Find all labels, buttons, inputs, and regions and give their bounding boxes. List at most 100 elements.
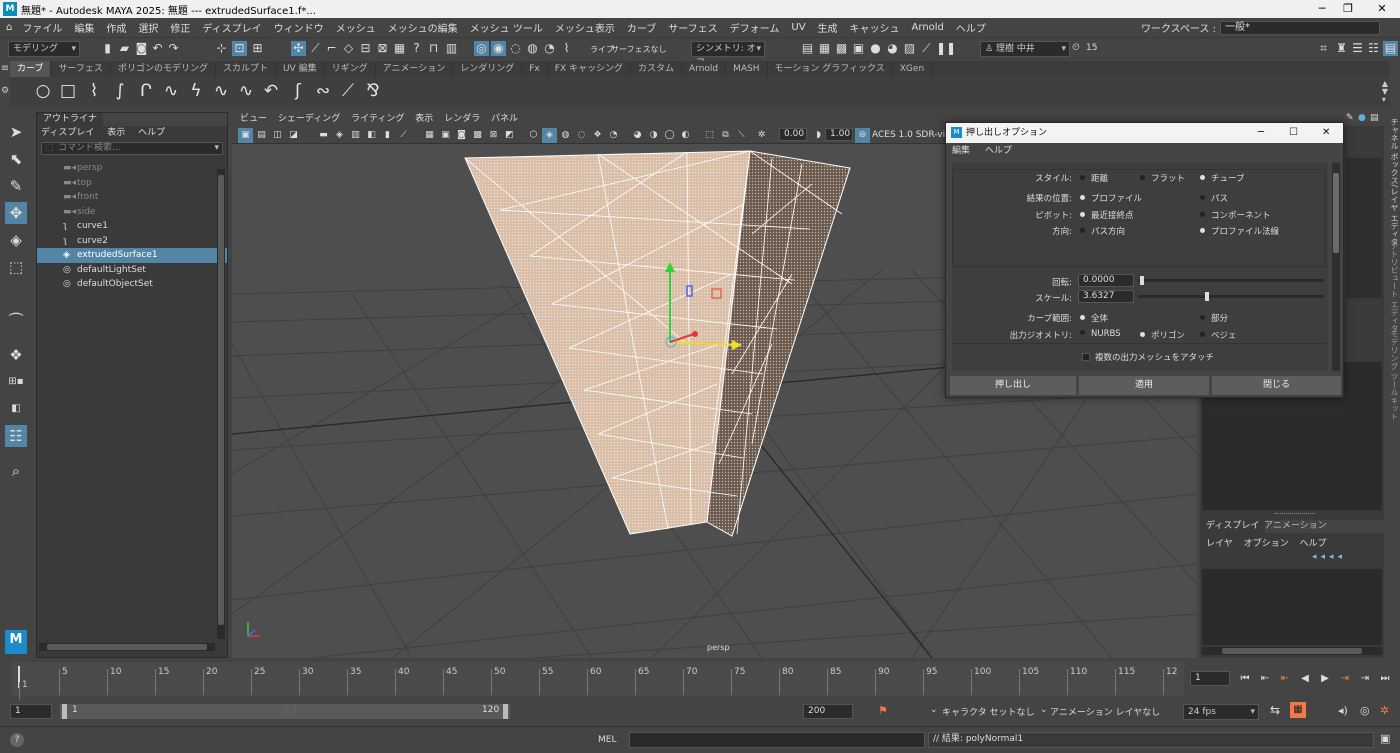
output-nurbs-radio[interactable]: NURBS: [1080, 329, 1121, 339]
fillet-curve-icon[interactable]: ⅋: [362, 80, 384, 102]
pin-icon[interactable]: ⌇: [559, 41, 574, 56]
sound-icon[interactable]: ◂): [1338, 704, 1348, 717]
go-to-start-icon[interactable]: ⏮: [1238, 672, 1252, 686]
side-tab-channel-box[interactable]: チャネル ボックス/レイヤ エディタ: [1386, 118, 1400, 246]
snap-grid-icon[interactable]: ✣: [291, 41, 306, 56]
move-tool-icon[interactable]: ✥: [5, 202, 27, 224]
outliner-horizontal-scrollbar[interactable]: [39, 643, 215, 651]
rebuild-curve-icon[interactable]: ʃ: [287, 80, 309, 102]
dialog-menu-help[interactable]: ヘルプ: [985, 146, 1012, 156]
time-slider[interactable]: 1 5 10 15 20 25 30 35 40 45 50 55 60 65 …: [12, 662, 1184, 708]
image-plane-icon[interactable]: ◪: [286, 128, 301, 143]
side-tab-attribute-editor[interactable]: アトリビュート エディタ: [1386, 242, 1400, 333]
safe-action-icon[interactable]: ⟋: [396, 128, 411, 143]
menu-uv[interactable]: UV: [785, 22, 811, 33]
bookmark-icon[interactable]: ◫: [270, 128, 285, 143]
script-editor-icon[interactable]: ▣: [1380, 732, 1390, 745]
viewport-menu-show[interactable]: 表示: [415, 114, 433, 124]
outliner-item-persp[interactable]: ▬◂ persp: [37, 161, 227, 176]
menu-curves[interactable]: カーブ: [621, 20, 662, 35]
layer-menu-options[interactable]: オプション: [1244, 539, 1289, 549]
snap-pivot-icon[interactable]: ?: [409, 41, 424, 56]
user-account-dropdown[interactable]: ♙ 理樹 中井: [980, 41, 1070, 57]
scale-slider[interactable]: [1138, 295, 1324, 298]
menu-modify[interactable]: 修正: [164, 20, 196, 35]
anim-layer-label[interactable]: アニメーション レイヤなし: [1050, 705, 1160, 718]
close-window-button[interactable]: ✕: [1364, 0, 1400, 18]
output-polygon-radio[interactable]: ポリゴン: [1140, 329, 1185, 341]
result-profile-radio[interactable]: プロファイル: [1080, 192, 1142, 204]
menu-surfaces[interactable]: サーフェス: [662, 20, 723, 35]
colorspace-label[interactable]: ACES 1.0 SDR-vid: [872, 130, 951, 140]
chevron-down-icon[interactable]: ⌄: [930, 705, 938, 715]
select-tool-icon[interactable]: ➤: [5, 121, 27, 143]
attribute-editor-icon[interactable]: ☰: [1350, 41, 1365, 56]
cut-curve-icon[interactable]: ⟋: [337, 80, 359, 102]
dialog-maximize-button[interactable]: ☐: [1289, 123, 1298, 143]
xray-icon[interactable]: ◔: [542, 41, 557, 56]
new-scene-icon[interactable]: ▮: [100, 41, 115, 56]
extrude-tool-icon[interactable]: ⏜: [5, 310, 27, 332]
tool-settings-icon[interactable]: ☷: [1366, 41, 1381, 56]
pause-icon[interactable]: ❚❚: [936, 41, 956, 56]
snap-point-icon[interactable]: ⌐: [324, 41, 339, 56]
dialog-scrollbar[interactable]: [1332, 163, 1340, 371]
viewport-menu-view[interactable]: ビュー: [240, 114, 267, 124]
menu-help[interactable]: ヘルプ: [950, 20, 992, 35]
play-backwards-icon[interactable]: ◀: [1298, 672, 1312, 686]
pencil-curve-icon[interactable]: ∫: [109, 80, 131, 102]
menu-edit[interactable]: 編集: [68, 20, 100, 35]
xray-components-icon[interactable]: ◌: [574, 128, 589, 143]
chevron-down-icon[interactable]: ▾: [214, 143, 219, 154]
chevron-down-icon[interactable]: ⌄: [1040, 705, 1048, 715]
shadows-icon[interactable]: ◩: [502, 128, 517, 143]
layer-tab-display[interactable]: ディスプレイ: [1200, 520, 1266, 533]
outliner-tab[interactable]: アウトライナ: [37, 113, 103, 126]
viewport-menu-renderer[interactable]: レンダラ: [444, 114, 480, 124]
save-scene-icon[interactable]: ◙: [134, 41, 149, 56]
playback-speed-icon[interactable]: ◎: [1360, 704, 1370, 717]
layer-tab-animation[interactable]: アニメーション: [1258, 520, 1333, 533]
go-to-end-icon[interactable]: ⏭: [1378, 672, 1392, 686]
layer-menu-layers[interactable]: レイヤ: [1206, 539, 1233, 549]
camera-attributes-icon[interactable]: ▤: [254, 128, 269, 143]
reflect-icon[interactable]: ◌: [508, 41, 523, 56]
menu-mesh[interactable]: メッシュ: [330, 20, 382, 35]
shelf-tab-arnold[interactable]: Arnold: [682, 61, 727, 77]
menu-file[interactable]: ファイル: [16, 20, 68, 35]
style-tube-radio[interactable]: チューブ: [1200, 172, 1245, 184]
side-tab-modeling-toolkit[interactable]: モデリング ツールキット: [1386, 330, 1400, 421]
layer-action-icons[interactable]: ◂◂◂◂: [1312, 552, 1346, 562]
animation-prefs-icon[interactable]: ▦: [1290, 702, 1306, 718]
outliner-search-input[interactable]: ⬚ コマンド検索... ▾: [41, 142, 223, 155]
shelf-tab-motion-graphics[interactable]: モーション グラフィックス: [768, 61, 893, 77]
paint-select-icon[interactable]: ✎: [5, 175, 27, 197]
menu-cache[interactable]: キャッシュ: [844, 20, 906, 35]
outliner-layout-icon[interactable]: ☷: [5, 425, 27, 447]
select-hierarchy-icon[interactable]: ⊹: [214, 41, 229, 56]
step-back-frame-icon[interactable]: ⇤: [1258, 672, 1272, 686]
shelf-scroll-arrows[interactable]: ▲ ▼ ▾: [1382, 80, 1388, 104]
shelf-tab-mash[interactable]: MASH: [726, 61, 768, 77]
character-set-label[interactable]: キャラクタ セットなし: [942, 705, 1035, 718]
outliner-item-front[interactable]: ▬◂ front: [37, 190, 227, 205]
step-forward-key-icon[interactable]: ⇥: [1338, 672, 1352, 686]
command-input[interactable]: [629, 732, 925, 748]
dialog-menu-edit[interactable]: 編集: [952, 146, 970, 156]
construction-icon[interactable]: ◍: [525, 41, 540, 56]
ipr-render-icon[interactable]: ▩: [834, 41, 849, 56]
shelf-tab-poly-modeling[interactable]: ポリゴンのモデリング: [111, 61, 216, 77]
outliner-menu-show[interactable]: 表示: [107, 128, 125, 138]
outliner-item-defaultlightset[interactable]: ◎ defaultLightSet: [37, 263, 227, 278]
lock-icon[interactable]: ⊓: [426, 41, 441, 56]
render-sequence-icon[interactable]: ▤: [800, 41, 815, 56]
menu-mesh-tools[interactable]: メッシュ ツール: [464, 20, 549, 35]
pin-icon[interactable]: ✎: [1346, 113, 1354, 123]
symmetry-dropdown[interactable]: シンメトリ: オフ: [691, 41, 765, 68]
current-frame-field[interactable]: 1: [1190, 671, 1230, 686]
anim-start-field[interactable]: 1: [10, 704, 52, 719]
textured-icon[interactable]: ▩: [470, 128, 485, 143]
style-distance-radio[interactable]: 距離: [1080, 172, 1108, 184]
xray-joints-icon[interactable]: ◍: [558, 128, 573, 143]
shelf-tab-rendering[interactable]: レンダリング: [453, 61, 523, 77]
